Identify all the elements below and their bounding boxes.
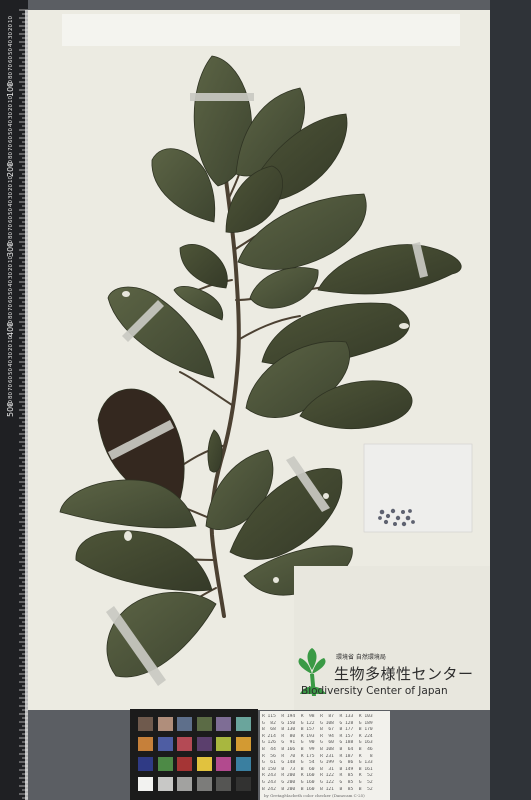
ruler-label: 30 — [8, 272, 14, 279]
ruler-label: 30 — [8, 112, 14, 119]
color-patch — [157, 777, 173, 791]
ruler-label: 20 — [8, 24, 14, 31]
ruler: 1020304050607080901001020304050607080902… — [0, 0, 28, 800]
ruler-label: 30 — [8, 352, 14, 359]
ruler-label: 20 — [8, 104, 14, 111]
color-reference-card: R 115 R 194 R 98 R 87 R 133 R 103 G 82 G … — [260, 711, 390, 800]
color-checker-chart — [130, 709, 258, 800]
ruler-label: 70 — [8, 304, 14, 311]
reference-card-footer: by GretagMacbeth color checker (Danzcam … — [264, 793, 365, 798]
ruler-label: 60 — [8, 56, 14, 63]
ruler-label: 60 — [8, 216, 14, 223]
ruler-label: 500 — [6, 402, 15, 417]
ruler-label: 70 — [8, 64, 14, 71]
ruler-label: 30 — [8, 32, 14, 39]
ruler-label: 40 — [8, 360, 14, 367]
ruler-label: 80 — [8, 312, 14, 319]
color-patch — [157, 737, 173, 751]
color-patch — [235, 757, 251, 771]
ruler-label: 70 — [8, 224, 14, 231]
ruler-label: 60 — [8, 136, 14, 143]
ruler-label: 50 — [8, 368, 14, 375]
ruler-label: 70 — [8, 144, 14, 151]
seed-packet — [363, 443, 473, 533]
ruler-label: 10 — [8, 256, 14, 263]
ruler-label: 20 — [8, 264, 14, 271]
ruler-label: 100 — [6, 82, 15, 97]
ruler-label: 400 — [6, 322, 15, 337]
ruler-label: 40 — [8, 120, 14, 127]
ruler-label: 80 — [8, 392, 14, 399]
color-patch — [157, 757, 173, 771]
ruler-label: 10 — [8, 176, 14, 183]
color-patch — [157, 717, 173, 731]
color-patch — [177, 737, 192, 751]
color-patch — [138, 777, 153, 791]
ruler-label: 20 — [8, 344, 14, 351]
institution-jp-large: 生物多様性センター — [334, 665, 474, 683]
ruler-label: 200 — [6, 162, 15, 177]
ruler-label: 60 — [8, 296, 14, 303]
ruler-label: 80 — [8, 72, 14, 79]
ruler-label: 10 — [8, 336, 14, 343]
color-patch — [196, 757, 212, 771]
color-patch — [177, 717, 192, 731]
ruler-label: 50 — [8, 208, 14, 215]
color-patch — [138, 757, 153, 771]
color-patch — [196, 717, 212, 731]
ruler-label: 40 — [8, 40, 14, 47]
color-patch — [216, 757, 231, 771]
color-patch — [216, 737, 231, 751]
ruler-label: 10 — [8, 16, 14, 23]
ruler-label: 50 — [8, 288, 14, 295]
color-patch — [177, 757, 192, 771]
institution-jp-small: 環境省 自然環境局 — [336, 654, 386, 661]
color-patch — [196, 737, 212, 751]
color-patch — [138, 737, 153, 751]
ruler-label: 50 — [8, 48, 14, 55]
ruler-label: 80 — [8, 152, 14, 159]
ruler-label: 40 — [8, 200, 14, 207]
ruler-label: 70 — [8, 384, 14, 391]
color-patch — [235, 737, 251, 751]
color-patch — [216, 717, 231, 731]
ruler-label: 60 — [8, 376, 14, 383]
color-patch — [196, 777, 212, 791]
color-patch — [235, 717, 251, 731]
color-patch — [216, 777, 231, 791]
ruler-label: 300 — [6, 242, 15, 257]
color-patch — [138, 717, 153, 731]
institution-en: Biodiversity Center of Japan — [301, 685, 448, 697]
color-patch — [177, 777, 192, 791]
top-tape-strip — [62, 14, 460, 46]
right-border-strip — [490, 0, 531, 800]
color-patch — [235, 777, 251, 791]
ruler-label: 10 — [8, 96, 14, 103]
ruler-label: 50 — [8, 128, 14, 135]
ruler-label: 80 — [8, 232, 14, 239]
ruler-label: 30 — [8, 192, 14, 199]
ruler-label: 40 — [8, 280, 14, 287]
ruler-label: 20 — [8, 184, 14, 191]
